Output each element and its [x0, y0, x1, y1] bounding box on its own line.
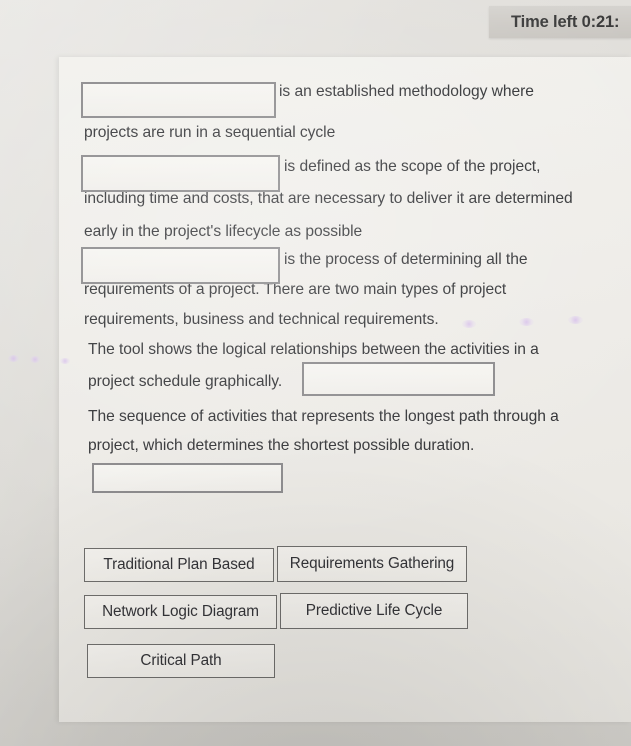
glare-speckle: [8, 355, 19, 362]
question-text-line: early in the project's lifecycle as poss…: [84, 223, 363, 240]
blank-1[interactable]: [81, 82, 276, 118]
blank-3[interactable]: [81, 247, 280, 284]
option-network-logic-diagram[interactable]: Network Logic Diagram: [84, 595, 277, 629]
option-requirements-gathering[interactable]: Requirements Gathering: [277, 546, 467, 582]
option-traditional-plan-based[interactable]: Traditional Plan Based: [84, 548, 274, 582]
question-text-line: requirements, business and technical req…: [84, 311, 439, 328]
question-text-line: including time and costs, that are neces…: [84, 190, 573, 207]
question-content: is an established methodology where proje…: [59, 57, 631, 722]
option-predictive-life-cycle[interactable]: Predictive Life Cycle: [280, 593, 468, 629]
option-critical-path[interactable]: Critical Path: [87, 644, 275, 678]
photo-page-background: is an established methodology where proje…: [0, 0, 631, 746]
glare-speckle: [30, 356, 40, 363]
time-left-banner: Time left 0:21:: [489, 6, 631, 38]
question-text-line: is defined as the scope of the project,: [284, 158, 541, 175]
question-text-line: The sequence of activities that represen…: [88, 408, 559, 425]
blank-2[interactable]: [81, 155, 280, 192]
question-text-line: The tool shows the logical relationships…: [88, 341, 539, 358]
question-text-line: is the process of determining all the: [284, 251, 528, 268]
question-text-line: requirements of a project. There are two…: [84, 281, 507, 298]
question-card: is an established methodology where proje…: [59, 57, 631, 722]
blank-5[interactable]: [92, 463, 283, 493]
question-text-line: project schedule graphically.: [88, 373, 283, 390]
time-left-label: Time left 0:21:: [511, 12, 620, 31]
question-text-line: is an established methodology where: [279, 83, 534, 100]
question-text-line: projects are run in a sequential cycle: [84, 124, 336, 141]
question-text-line: project, which determines the shortest p…: [88, 437, 475, 454]
blank-4[interactable]: [302, 362, 495, 396]
